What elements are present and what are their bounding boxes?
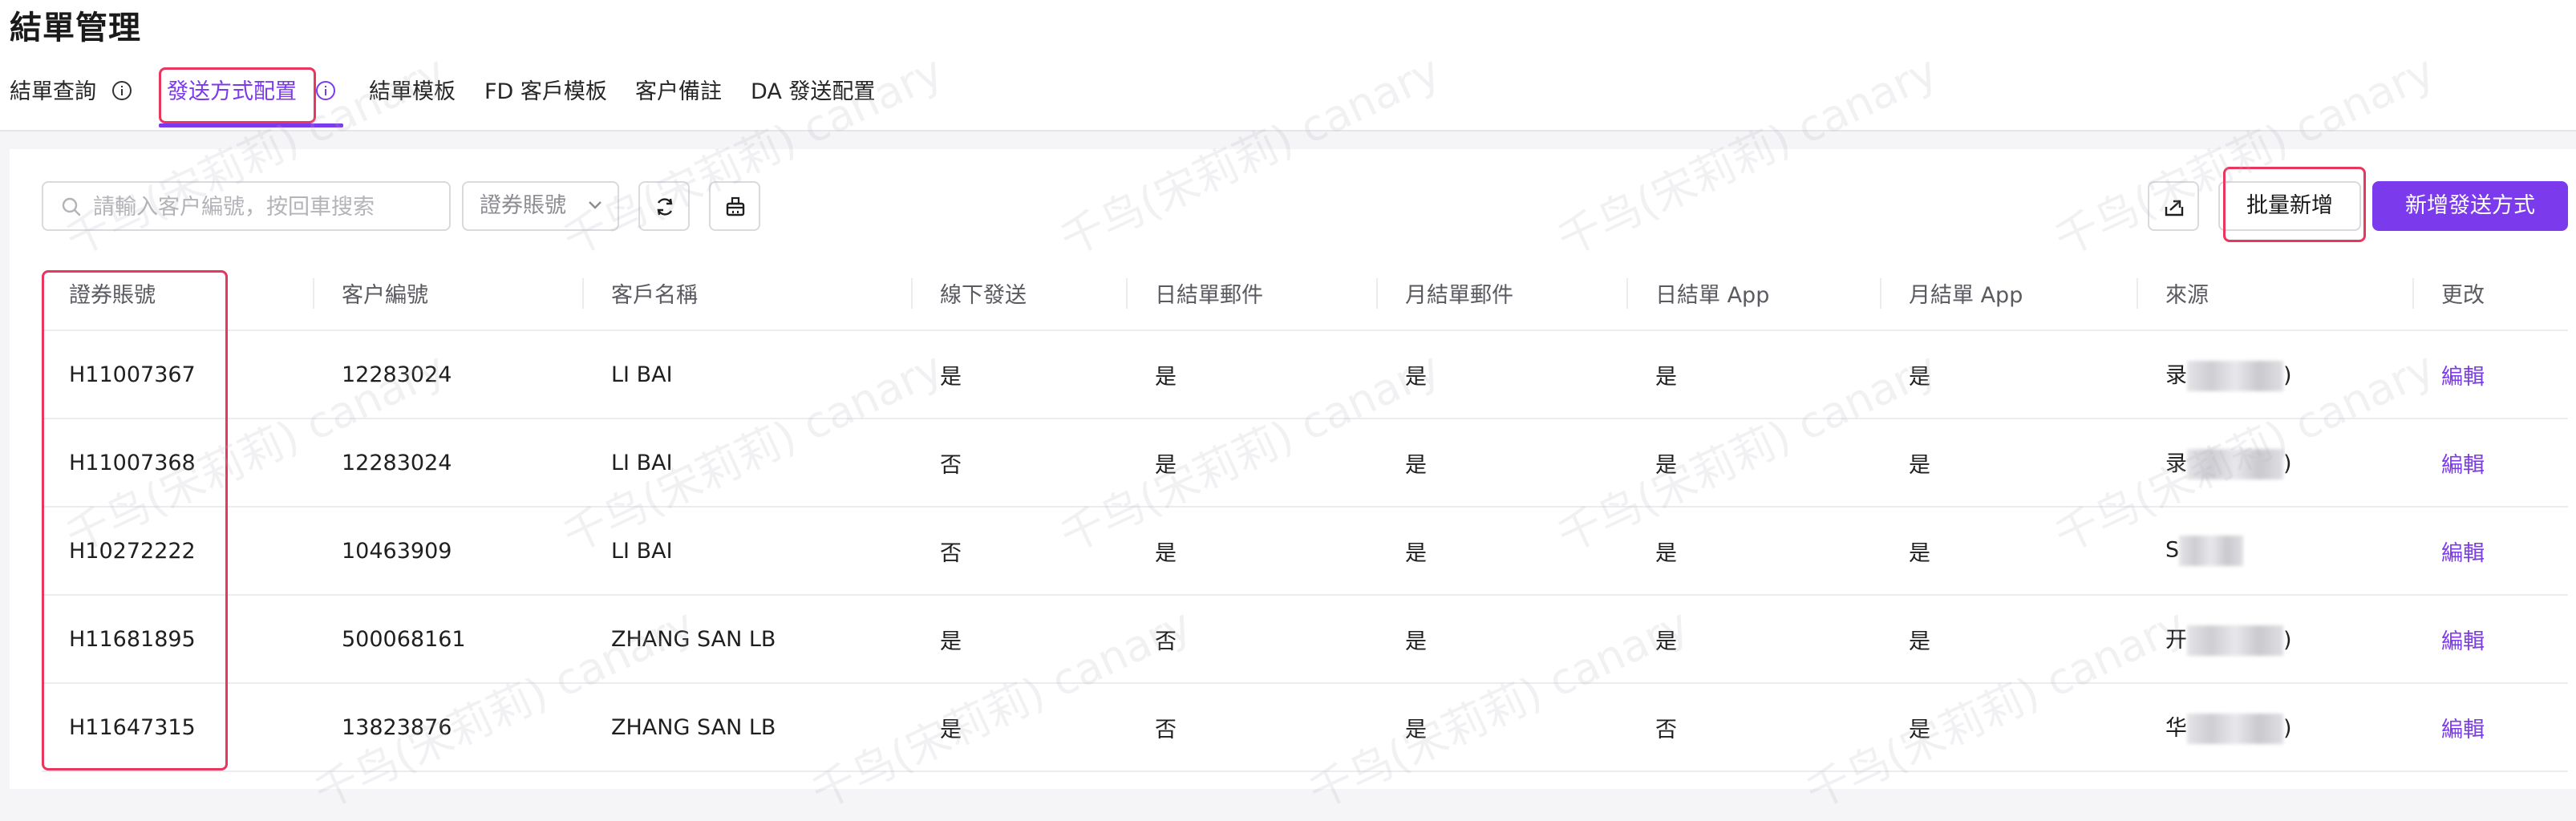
table-row: H10272222 10463909 LI BAI 否 是 是 是 是 S 編輯 — [42, 507, 2568, 596]
page-header: 結單管理 結單查詢 發送方式配置 結單模板 FD 客戶模板 客户備註 DA 發送… — [0, 0, 2576, 131]
daily-app-cell: 否 — [1628, 683, 1881, 772]
content-card: 證券賬號 批量新增 新增發送方式 — [10, 149, 2576, 789]
account-select[interactable]: 證券賬號 — [462, 181, 619, 231]
edit-link[interactable]: 編輯 — [2414, 330, 2568, 419]
info-icon[interactable] — [111, 79, 133, 102]
column-header: 來源 — [2138, 256, 2414, 331]
refresh-icon — [657, 198, 673, 216]
column-header: 證券賬號 — [42, 256, 314, 331]
customer-name-cell: LI BAI — [584, 330, 913, 419]
batch-add-button[interactable]: 批量新增 — [2218, 181, 2361, 231]
tab-da-send-config[interactable]: DA 發送配置 — [751, 71, 875, 120]
tab-customer-notes[interactable]: 客户備註 — [635, 71, 722, 120]
customer-name-cell: ZHANG SAN LB — [584, 595, 913, 684]
table-row: H11681895 500068161 ZHANG SAN LB 是 否 是 是… — [42, 595, 2568, 684]
monthly-app-cell: 是 — [1881, 507, 2138, 596]
monthly-email-cell: 是 — [1378, 419, 1628, 508]
account-cell: H11681895 — [42, 595, 314, 684]
search-input[interactable] — [91, 183, 439, 231]
column-header: 線下發送 — [913, 256, 1128, 331]
daily-app-cell: 是 — [1628, 419, 1881, 508]
customer-name-cell: ZHANG SAN LB — [584, 683, 913, 772]
tab-statement-query[interactable]: 結單查詢 — [10, 71, 96, 120]
customer-name-cell: LI BAI — [584, 419, 913, 508]
daily-email-cell: 是 — [1128, 419, 1378, 508]
monthly-email-cell: 是 — [1378, 595, 1628, 684]
tab-statement-template[interactable]: 結單模板 — [369, 71, 456, 120]
edit-link[interactable]: 編輯 — [2414, 419, 2568, 508]
daily-email-cell: 否 — [1128, 595, 1378, 684]
clear-basket-icon — [726, 196, 745, 216]
offline-send-cell: 是 — [913, 595, 1128, 684]
page-title: 結單管理 — [10, 10, 141, 47]
offline-send-cell: 是 — [913, 330, 1128, 419]
offline-send-cell: 是 — [913, 683, 1128, 772]
refresh-button[interactable] — [638, 181, 690, 231]
column-header: 客户編號 — [314, 256, 584, 331]
active-tab-indicator — [159, 123, 343, 127]
source-cell: 录) — [2138, 419, 2414, 508]
export-icon — [2165, 200, 2184, 216]
daily-email-cell: 是 — [1128, 330, 1378, 419]
account-select-label: 證券賬號 — [480, 193, 566, 218]
table-row: H11007367 12283024 LI BAI 是 是 是 是 是 录) 編… — [42, 330, 2568, 419]
daily-app-cell: 是 — [1628, 595, 1881, 684]
table-header-row: 證券賬號 客户編號 客戶名稱 線下發送 日結單郵件 月結單郵件 日結單 App … — [42, 256, 2568, 331]
account-cell: H10272222 — [42, 507, 314, 596]
customer-id-cell: 12283024 — [314, 330, 584, 419]
monthly-app-cell: 是 — [1881, 330, 2138, 419]
chevron-down-icon — [589, 201, 601, 209]
info-icon[interactable] — [314, 79, 337, 102]
edit-link[interactable]: 編輯 — [2414, 507, 2568, 596]
table-row: H11647315 13823876 ZHANG SAN LB 是 否 是 否 … — [42, 683, 2568, 772]
daily-app-cell: 是 — [1628, 507, 1881, 596]
source-cell: 开) — [2138, 595, 2414, 684]
account-cell: H11007368 — [42, 419, 314, 508]
monthly-app-cell: 是 — [1881, 595, 2138, 684]
daily-email-cell: 是 — [1128, 507, 1378, 596]
column-header: 日結單郵件 — [1128, 256, 1378, 331]
tab-bar: 結單查詢 發送方式配置 結單模板 FD 客戶模板 客户備註 DA 發送配置 — [0, 71, 2576, 130]
export-button[interactable] — [2148, 181, 2199, 231]
source-cell: S — [2138, 507, 2414, 596]
column-header: 月結單 App — [1881, 256, 2138, 331]
monthly-app-cell: 是 — [1881, 683, 2138, 772]
monthly-email-cell: 是 — [1378, 507, 1628, 596]
source-cell: 华) — [2138, 683, 2414, 772]
customer-id-cell: 12283024 — [314, 419, 584, 508]
monthly-email-cell: 是 — [1378, 683, 1628, 772]
customer-id-cell: 10463909 — [314, 507, 584, 596]
daily-app-cell: 是 — [1628, 330, 1881, 419]
column-header: 客戶名稱 — [584, 256, 913, 331]
column-header: 月結單郵件 — [1378, 256, 1628, 331]
edit-link[interactable]: 編輯 — [2414, 683, 2568, 772]
tab-send-method-config[interactable]: 發送方式配置 — [167, 71, 297, 120]
tab-fd-customer-template[interactable]: FD 客戶模板 — [484, 71, 607, 120]
search-box[interactable] — [42, 181, 451, 231]
monthly-email-cell: 是 — [1378, 330, 1628, 419]
monthly-app-cell: 是 — [1881, 419, 2138, 508]
customer-id-cell: 13823876 — [314, 683, 584, 772]
daily-email-cell: 否 — [1128, 683, 1378, 772]
add-send-method-button[interactable]: 新增發送方式 — [2372, 181, 2568, 231]
offline-send-cell: 否 — [913, 419, 1128, 508]
offline-send-cell: 否 — [913, 507, 1128, 596]
table-row: H11007368 12283024 LI BAI 否 是 是 是 是 录) 編… — [42, 419, 2568, 508]
customer-id-cell: 500068161 — [314, 595, 584, 684]
send-method-table: 證券賬號 客户編號 客戶名稱 線下發送 日結單郵件 月結單郵件 日結單 App … — [42, 256, 2568, 772]
customer-name-cell: LI BAI — [584, 507, 913, 596]
source-cell: 录) — [2138, 330, 2414, 419]
account-cell: H11007367 — [42, 330, 314, 419]
account-cell: H11647315 — [42, 683, 314, 772]
column-header: 更改 — [2414, 256, 2568, 331]
column-header: 日結單 App — [1628, 256, 1881, 331]
edit-link[interactable]: 編輯 — [2414, 595, 2568, 684]
clear-button[interactable] — [709, 181, 760, 231]
search-icon — [62, 197, 81, 216]
